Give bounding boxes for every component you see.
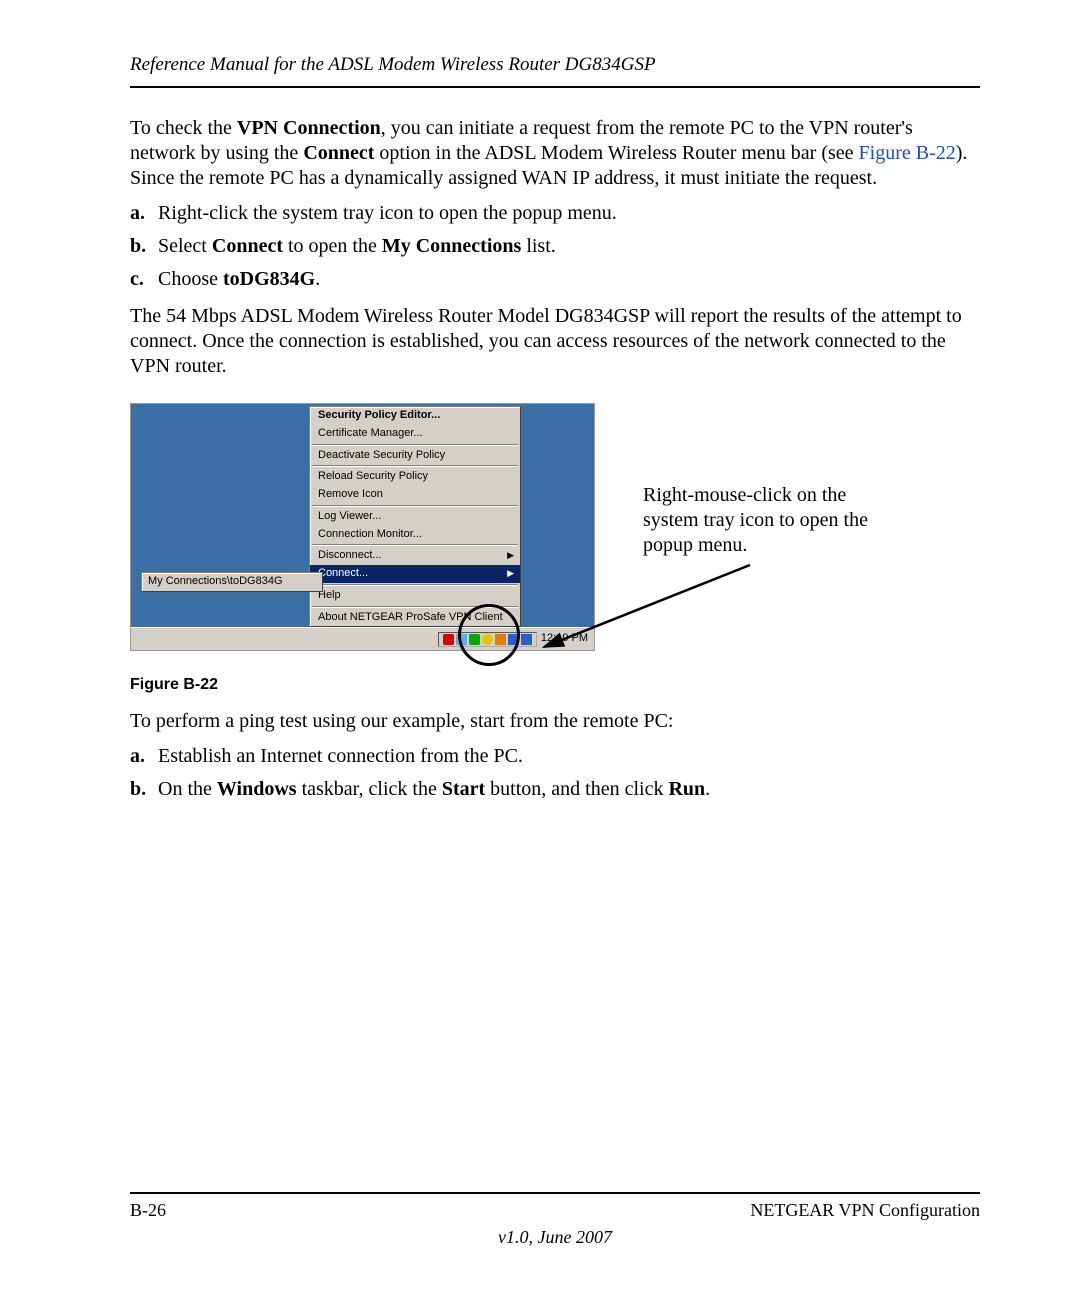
menu-item[interactable]: Help	[310, 587, 520, 605]
list-item: b. Select Connect to open the My Connect…	[130, 234, 980, 259]
menu-item[interactable]: Deactivate Security Policy	[310, 447, 520, 465]
tray-icon[interactable]	[443, 634, 454, 645]
footer-rule	[130, 1192, 980, 1194]
list-item: a. Establish an Internet connection from…	[130, 744, 980, 769]
desktop-screenshot: Security Policy Editor... Certificate Ma…	[130, 403, 595, 651]
page-header: Reference Manual for the ADSL Modem Wire…	[130, 54, 980, 76]
taskbar: 12:19 PM	[131, 627, 594, 650]
context-menu[interactable]: Security Policy Editor... Certificate Ma…	[309, 406, 521, 627]
clock: 12:19 PM	[541, 632, 588, 646]
figure-caption: Figure B-22	[130, 675, 980, 695]
page-number: B-26	[130, 1200, 166, 1221]
list-item: a. Right-click the system tray icon to o…	[130, 201, 980, 226]
menu-item-connect[interactable]: Connect...▶	[310, 565, 520, 583]
tray-icon[interactable]	[482, 634, 493, 645]
menu-item[interactable]: Reload Security Policy	[310, 468, 520, 486]
list-item: c. Choose toDG834G.	[130, 267, 980, 292]
ping-intro: To perform a ping test using our example…	[130, 709, 980, 734]
figure-link[interactable]: Figure B-22	[859, 142, 956, 164]
tray-icon[interactable]	[495, 634, 506, 645]
figure-annotation: Right-mouse-click on the system tray ico…	[643, 483, 903, 558]
section-title: NETGEAR VPN Configuration	[750, 1200, 980, 1221]
page-footer: B-26 NETGEAR VPN Configuration v1.0, Jun…	[130, 1192, 980, 1248]
intro-paragraph: To check the VPN Connection, you can ini…	[130, 116, 980, 191]
system-tray[interactable]	[438, 632, 537, 647]
result-paragraph: The 54 Mbps ADSL Modem Wireless Router M…	[130, 304, 980, 379]
menu-item[interactable]: Disconnect...▶	[310, 547, 520, 565]
menu-item[interactable]: Connection Monitor...	[310, 526, 520, 544]
menu-item[interactable]: Security Policy Editor...	[310, 407, 520, 425]
list-item: b. On the Windows taskbar, click the Sta…	[130, 777, 980, 802]
menu-item[interactable]: Remove Icon	[310, 486, 520, 504]
menu-item[interactable]: About NETGEAR ProSafe VPN Client	[310, 609, 520, 627]
menu-item[interactable]: Certificate Manager...	[310, 425, 520, 443]
tray-icon[interactable]	[456, 634, 467, 645]
version: v1.0, June 2007	[130, 1227, 980, 1248]
tray-icon[interactable]	[521, 634, 532, 645]
menu-item[interactable]: Log Viewer...	[310, 508, 520, 526]
figure-b22: Security Policy Editor... Certificate Ma…	[130, 403, 595, 651]
steps-list-2: a. Establish an Internet connection from…	[130, 744, 980, 802]
submenu-connections[interactable]: My Connections\toDG834G	[141, 572, 323, 592]
tray-icon[interactable]	[508, 634, 519, 645]
tray-icon[interactable]	[469, 634, 480, 645]
header-rule	[130, 86, 980, 88]
steps-list-1: a. Right-click the system tray icon to o…	[130, 201, 980, 292]
